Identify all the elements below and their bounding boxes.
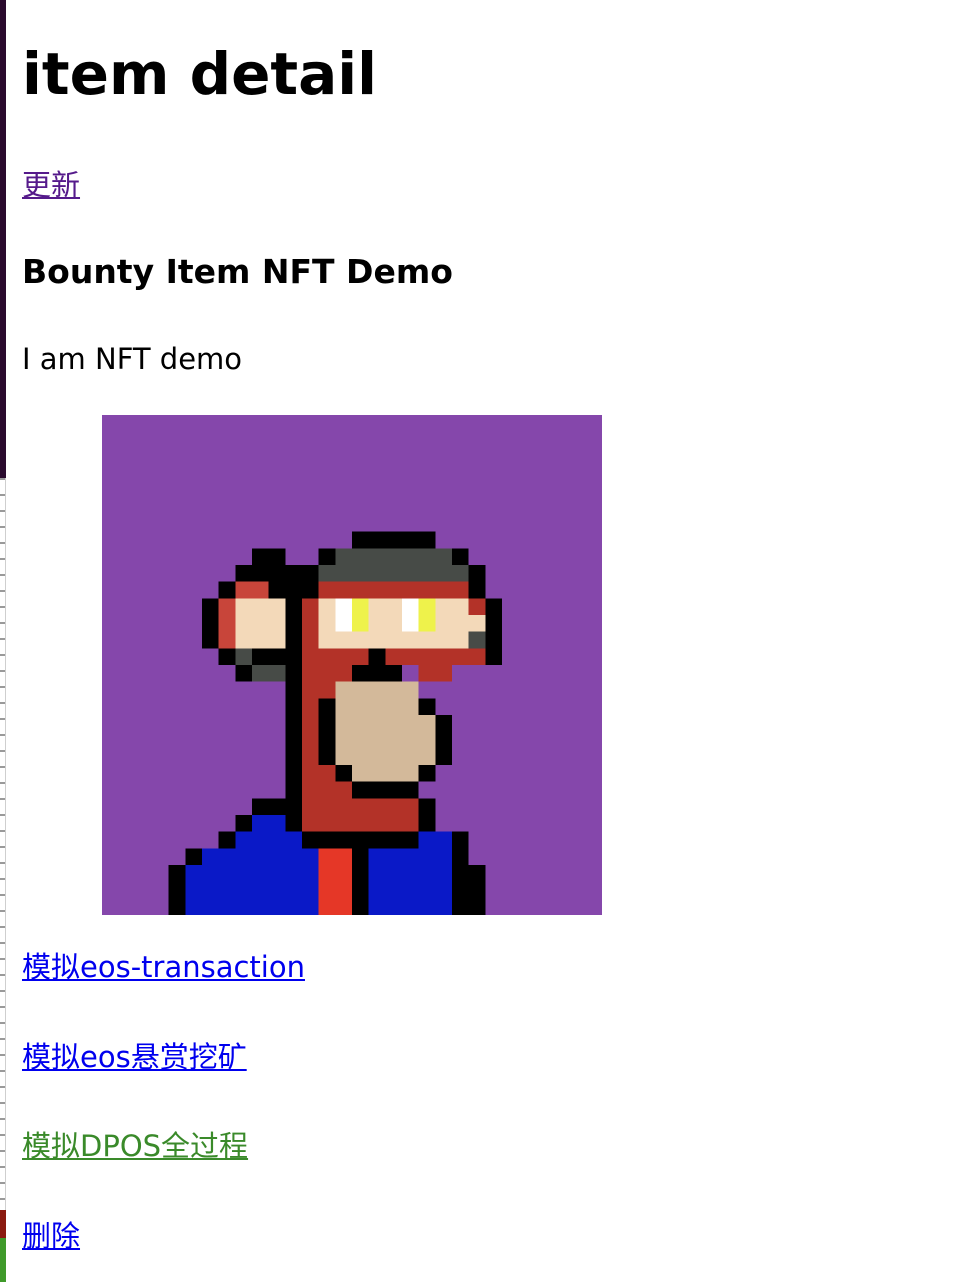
window-edge-strip xyxy=(0,1238,6,1282)
window-edge-strip xyxy=(0,1210,6,1238)
item-description: I am NFT demo xyxy=(22,342,243,376)
simulate-eos-transaction-link[interactable]: 模拟eos-transaction xyxy=(22,950,305,985)
simulate-eos-bounty-mining-link[interactable]: 模拟eos悬赏挖矿 xyxy=(22,1040,247,1075)
item-name: Bounty Item NFT Demo xyxy=(22,252,453,291)
delete-link[interactable]: 删除 xyxy=(22,1219,80,1254)
window-edge-strip xyxy=(0,478,6,1210)
page-title: item detail xyxy=(22,40,378,108)
nft-image xyxy=(102,415,602,915)
update-link[interactable]: 更新 xyxy=(22,168,80,203)
window-edge-strip xyxy=(0,0,6,478)
simulate-dpos-process-link[interactable]: 模拟DPOS全过程 xyxy=(22,1129,248,1164)
